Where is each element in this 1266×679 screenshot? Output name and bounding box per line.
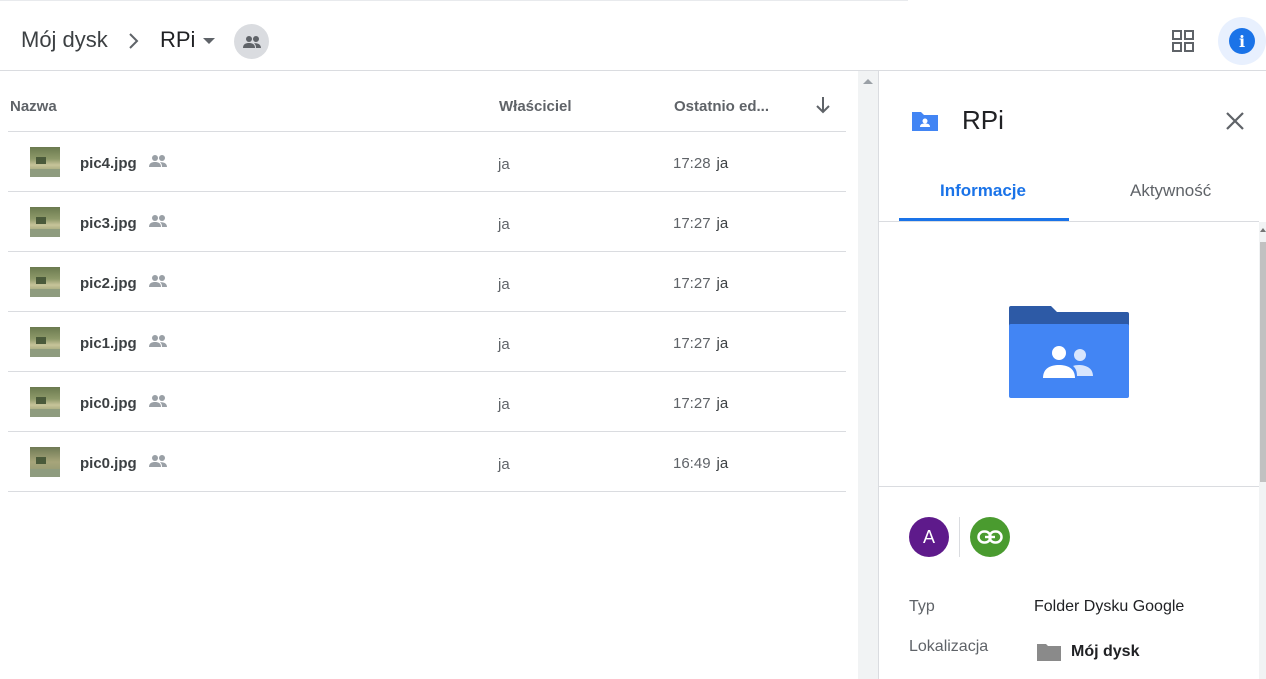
scroll-up-icon[interactable] xyxy=(863,79,873,84)
modified-time: 16:49 xyxy=(673,455,711,472)
column-modified[interactable]: Ostatnio ed... xyxy=(674,98,769,115)
caret-down-icon[interactable] xyxy=(203,38,215,44)
shared-people-icon xyxy=(149,275,167,287)
file-modified: 17:27 ja xyxy=(673,215,728,232)
image-thumbnail xyxy=(30,147,60,177)
avatar-separator xyxy=(959,517,960,557)
tab-informacje[interactable]: Informacje xyxy=(940,181,1026,201)
file-row[interactable]: pic4.jpg ja 17:28 ja xyxy=(8,132,846,192)
header: Mój dysk RPi i xyxy=(0,0,1266,71)
modified-by: ja xyxy=(716,335,729,352)
grid-view-icon[interactable] xyxy=(1166,24,1200,58)
panel-divider xyxy=(879,486,1259,487)
list-scrollbar[interactable] xyxy=(858,71,878,679)
modified-by: ja xyxy=(716,455,729,472)
modified-time: 17:27 xyxy=(673,395,711,412)
file-name: pic3.jpg xyxy=(80,215,137,232)
file-owner: ja xyxy=(498,276,510,293)
modified-by: ja xyxy=(716,215,729,232)
active-tab-indicator xyxy=(899,218,1069,221)
info-button[interactable]: i xyxy=(1218,17,1266,65)
column-header: Nazwa Właściciel Ostatnio ed... xyxy=(8,71,846,132)
modified-time: 17:28 xyxy=(673,155,711,172)
tab-aktywnosc[interactable]: Aktywność xyxy=(1130,181,1211,201)
shared-people-icon xyxy=(149,215,167,227)
shared-people-icon xyxy=(149,335,167,347)
modified-by: ja xyxy=(716,395,729,412)
close-icon[interactable] xyxy=(1223,109,1247,133)
prop-location-value[interactable]: Mój dysk xyxy=(1071,643,1139,661)
breadcrumb-current[interactable]: RPi xyxy=(160,27,195,53)
folder-preview-icon xyxy=(1009,306,1129,398)
scroll-up-icon[interactable] xyxy=(1260,228,1266,232)
file-name: pic0.jpg xyxy=(80,455,137,472)
shared-people-icon xyxy=(149,455,167,467)
shared-people-icon[interactable] xyxy=(234,24,269,59)
panel-scrollbar[interactable] xyxy=(1259,222,1266,679)
modified-by: ja xyxy=(716,155,729,172)
details-panel: RPi Informacje Aktywność A Typ Folder Dy… xyxy=(878,71,1266,679)
file-owner: ja xyxy=(498,156,510,173)
file-row[interactable]: pic1.jpg ja 17:27 ja xyxy=(8,312,846,372)
avatar[interactable]: A xyxy=(909,517,949,557)
chevron-right-icon xyxy=(129,33,139,49)
shared-people-icon xyxy=(149,155,167,167)
folder-icon xyxy=(1037,644,1061,661)
file-name: pic1.jpg xyxy=(80,335,137,352)
file-row[interactable]: pic0.jpg ja 16:49 ja xyxy=(8,432,846,492)
prop-type-value: Folder Dysku Google xyxy=(1034,598,1185,615)
file-modified: 17:27 ja xyxy=(673,335,728,352)
prop-type-label: Typ xyxy=(909,598,935,615)
file-row[interactable]: pic3.jpg ja 17:27 ja xyxy=(8,192,846,252)
file-owner: ja xyxy=(498,456,510,473)
file-name: pic4.jpg xyxy=(80,155,137,172)
image-thumbnail xyxy=(30,327,60,357)
breadcrumb-root[interactable]: Mój dysk xyxy=(21,27,108,53)
prop-location-label: Lokalizacja xyxy=(909,638,989,655)
file-modified: 17:28 ja xyxy=(673,155,728,172)
panel-tabs: Informacje Aktywność xyxy=(879,169,1259,222)
scrollbar-thumb[interactable] xyxy=(1260,242,1266,482)
image-thumbnail xyxy=(30,267,60,297)
file-owner: ja xyxy=(498,216,510,233)
column-name[interactable]: Nazwa xyxy=(10,98,57,115)
file-owner: ja xyxy=(498,336,510,353)
file-modified: 17:27 ja xyxy=(673,275,728,292)
file-name: pic0.jpg xyxy=(80,395,137,412)
file-row[interactable]: pic2.jpg ja 17:27 ja xyxy=(8,252,846,312)
modified-time: 17:27 xyxy=(673,275,711,292)
shared-folder-icon xyxy=(912,112,938,131)
panel-title: RPi xyxy=(962,105,1004,135)
file-modified: 17:27 ja xyxy=(673,395,728,412)
file-name: pic2.jpg xyxy=(80,275,137,292)
file-modified: 16:49 ja xyxy=(673,455,728,472)
image-thumbnail xyxy=(30,387,60,417)
file-owner: ja xyxy=(498,396,510,413)
modified-by: ja xyxy=(716,275,729,292)
sort-down-arrow-icon[interactable] xyxy=(814,95,832,115)
file-row[interactable]: pic0.jpg ja 17:27 ja xyxy=(8,372,846,432)
file-list: Nazwa Właściciel Ostatnio ed... pic4.jpg… xyxy=(8,71,846,492)
column-owner[interactable]: Właściciel xyxy=(499,98,572,115)
image-thumbnail xyxy=(30,447,60,477)
link-sharing-button[interactable] xyxy=(970,517,1010,557)
image-thumbnail xyxy=(30,207,60,237)
link-icon xyxy=(977,530,1003,544)
modified-time: 17:27 xyxy=(673,215,711,232)
modified-time: 17:27 xyxy=(673,335,711,352)
shared-people-icon xyxy=(149,395,167,407)
info-icon: i xyxy=(1229,28,1255,54)
